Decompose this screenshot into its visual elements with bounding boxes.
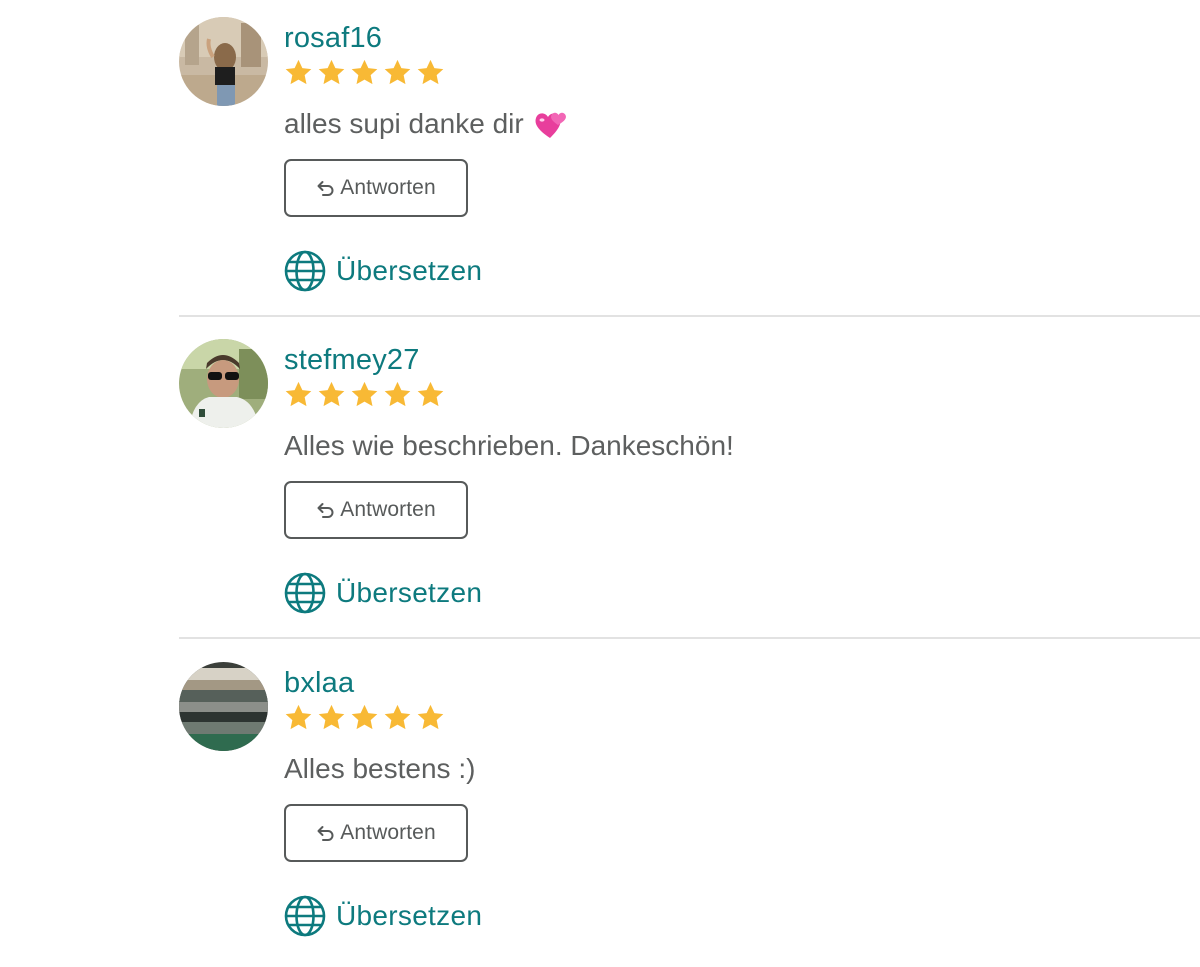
username[interactable]: stefmey27 xyxy=(284,340,420,380)
review-comment: Alles wie beschrieben. Dankeschön! xyxy=(284,426,734,466)
globe-icon xyxy=(284,250,326,292)
avatar-photo xyxy=(179,339,268,428)
star-icon xyxy=(351,381,378,407)
username[interactable]: rosaf16 xyxy=(284,18,382,58)
star-rating xyxy=(284,58,445,88)
username[interactable]: bxlaa xyxy=(284,663,354,703)
star-icon xyxy=(318,59,345,85)
review-comment-text: Alles wie beschrieben. Dankeschön! xyxy=(284,430,734,461)
globe-icon xyxy=(284,572,326,614)
avatar-photo xyxy=(179,17,268,106)
reply-button-label: Antworten xyxy=(340,498,436,521)
star-icon xyxy=(351,59,378,85)
star-rating xyxy=(284,703,445,733)
reply-arrow-icon xyxy=(317,181,334,196)
star-icon xyxy=(351,704,378,730)
translate-label: Übersetzen xyxy=(336,577,483,608)
star-icon xyxy=(417,381,444,407)
review-comment: Alles bestens :) xyxy=(284,749,475,789)
review-item: bxlaa Alles bestens :) Antworten Überset… xyxy=(0,645,1200,967)
star-icon xyxy=(285,381,312,407)
translate-label: Übersetzen xyxy=(336,255,483,286)
divider xyxy=(179,315,1200,317)
star-icon xyxy=(285,704,312,730)
review-comment: alles supi danke dir xyxy=(284,104,568,144)
avatar[interactable] xyxy=(179,17,268,106)
reply-button[interactable]: Antworten xyxy=(284,159,468,217)
avatar-photo xyxy=(179,662,268,751)
reply-button-label: Antworten xyxy=(340,821,436,844)
divider xyxy=(179,637,1200,639)
reply-button-label: Antworten xyxy=(340,176,436,199)
star-icon xyxy=(384,381,411,407)
translate-link[interactable]: Übersetzen xyxy=(284,894,482,938)
star-icon xyxy=(417,59,444,85)
globe-icon xyxy=(284,895,326,937)
star-rating xyxy=(284,380,445,410)
reply-button[interactable]: Antworten xyxy=(284,804,468,862)
avatar[interactable] xyxy=(179,662,268,751)
review-comment-text: alles supi danke dir xyxy=(284,108,524,139)
review-comment-text: Alles bestens :) xyxy=(284,753,476,784)
reply-arrow-icon xyxy=(317,503,334,518)
star-icon xyxy=(384,704,411,730)
translate-link[interactable]: Übersetzen xyxy=(284,249,482,293)
translate-link[interactable]: Übersetzen xyxy=(284,571,482,615)
star-icon xyxy=(384,59,411,85)
review-item: stefmey27 Alles wie beschrieben. Dankesc… xyxy=(0,322,1200,644)
reply-arrow-icon xyxy=(317,826,334,841)
star-icon xyxy=(285,59,312,85)
reply-button[interactable]: Antworten xyxy=(284,481,468,539)
avatar[interactable] xyxy=(179,339,268,428)
translate-label: Übersetzen xyxy=(336,900,483,931)
star-icon xyxy=(417,704,444,730)
revolving-hearts-emoji xyxy=(532,108,568,140)
review-item: rosaf16 alles supi danke dir Antworten Ü… xyxy=(0,0,1200,322)
star-icon xyxy=(318,704,345,730)
star-icon xyxy=(318,381,345,407)
